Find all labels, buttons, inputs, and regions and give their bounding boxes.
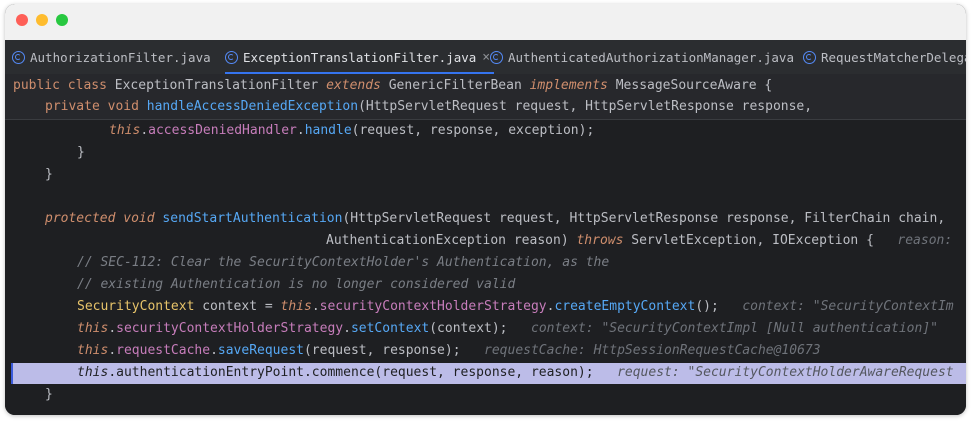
- code-line: }: [45, 387, 53, 402]
- java-class-icon: [225, 50, 238, 64]
- java-class-icon: [803, 50, 816, 64]
- java-class-icon: [490, 50, 503, 64]
- code-line: SecurityContext context = this.securityC…: [77, 299, 954, 314]
- java-class-icon: [12, 50, 25, 64]
- minimize-window-button[interactable]: [36, 14, 48, 26]
- tab-label: RequestMatcherDelegat: [821, 49, 966, 65]
- code-editor[interactable]: public class ExceptionTranslationFilter …: [5, 74, 966, 415]
- tab-request-matcher-delegating[interactable]: RequestMatcherDelegat: [803, 40, 966, 74]
- inline-debug-hint: context: "SecurityContextIm: [742, 299, 954, 314]
- inline-debug-hint: request: "SecurityContextHolderAwareRequ…: [617, 365, 954, 380]
- tab-authenticated-authorization-manager[interactable]: AuthenticatedAuthorizationManager.java: [490, 40, 794, 74]
- code-line: private void handleAccessDeniedException…: [45, 99, 813, 114]
- title-bar: [5, 4, 966, 40]
- code-line: this.requestCache.saveRequest(request, r…: [77, 343, 821, 358]
- code-line: }: [77, 145, 85, 160]
- ide-window: AuthorizationFilter.java ExceptionTransl…: [5, 4, 966, 415]
- code-line: AuthenticationException reason) throws S…: [326, 233, 961, 248]
- zoom-window-button[interactable]: [56, 14, 68, 26]
- code-line: this.accessDeniedHandler.handle(request,…: [109, 123, 595, 138]
- close-window-button[interactable]: [16, 14, 28, 26]
- code-comment: // existing Authentication is no longer …: [77, 277, 516, 292]
- tab-label: AuthorizationFilter.java: [30, 49, 211, 65]
- inline-debug-hint: context: "SecurityContextImpl [Null auth…: [531, 321, 938, 336]
- inline-debug-hint: reason:: [897, 233, 961, 248]
- tab-exception-translation-filter[interactable]: ExceptionTranslationFilter.java ×: [225, 40, 495, 74]
- code-comment: // SEC-112: Clear the SecurityContextHol…: [77, 255, 610, 270]
- editor-tab-bar: AuthorizationFilter.java ExceptionTransl…: [5, 40, 966, 74]
- sticky-scroll-header[interactable]: public class ExceptionTranslationFilter …: [5, 74, 966, 120]
- code-line-current: this.authenticationEntryPoint.commence(r…: [77, 365, 954, 380]
- tab-authorization-filter[interactable]: AuthorizationFilter.java: [12, 40, 211, 74]
- close-tab-icon[interactable]: ×: [482, 50, 490, 65]
- code-line: protected void sendStartAuthentication(H…: [45, 211, 946, 226]
- inline-debug-hint: requestCache: HttpSessionRequestCache@10…: [484, 343, 821, 358]
- execution-point-marker: [11, 363, 13, 384]
- tab-label: ExceptionTranslationFilter.java: [243, 49, 477, 65]
- code-line: }: [45, 167, 53, 182]
- code-line: public class ExceptionTranslationFilter …: [13, 78, 773, 93]
- code-line: this.securityContextHolderStrategy.setCo…: [77, 321, 938, 336]
- tab-label: AuthenticatedAuthorizationManager.java: [508, 49, 794, 65]
